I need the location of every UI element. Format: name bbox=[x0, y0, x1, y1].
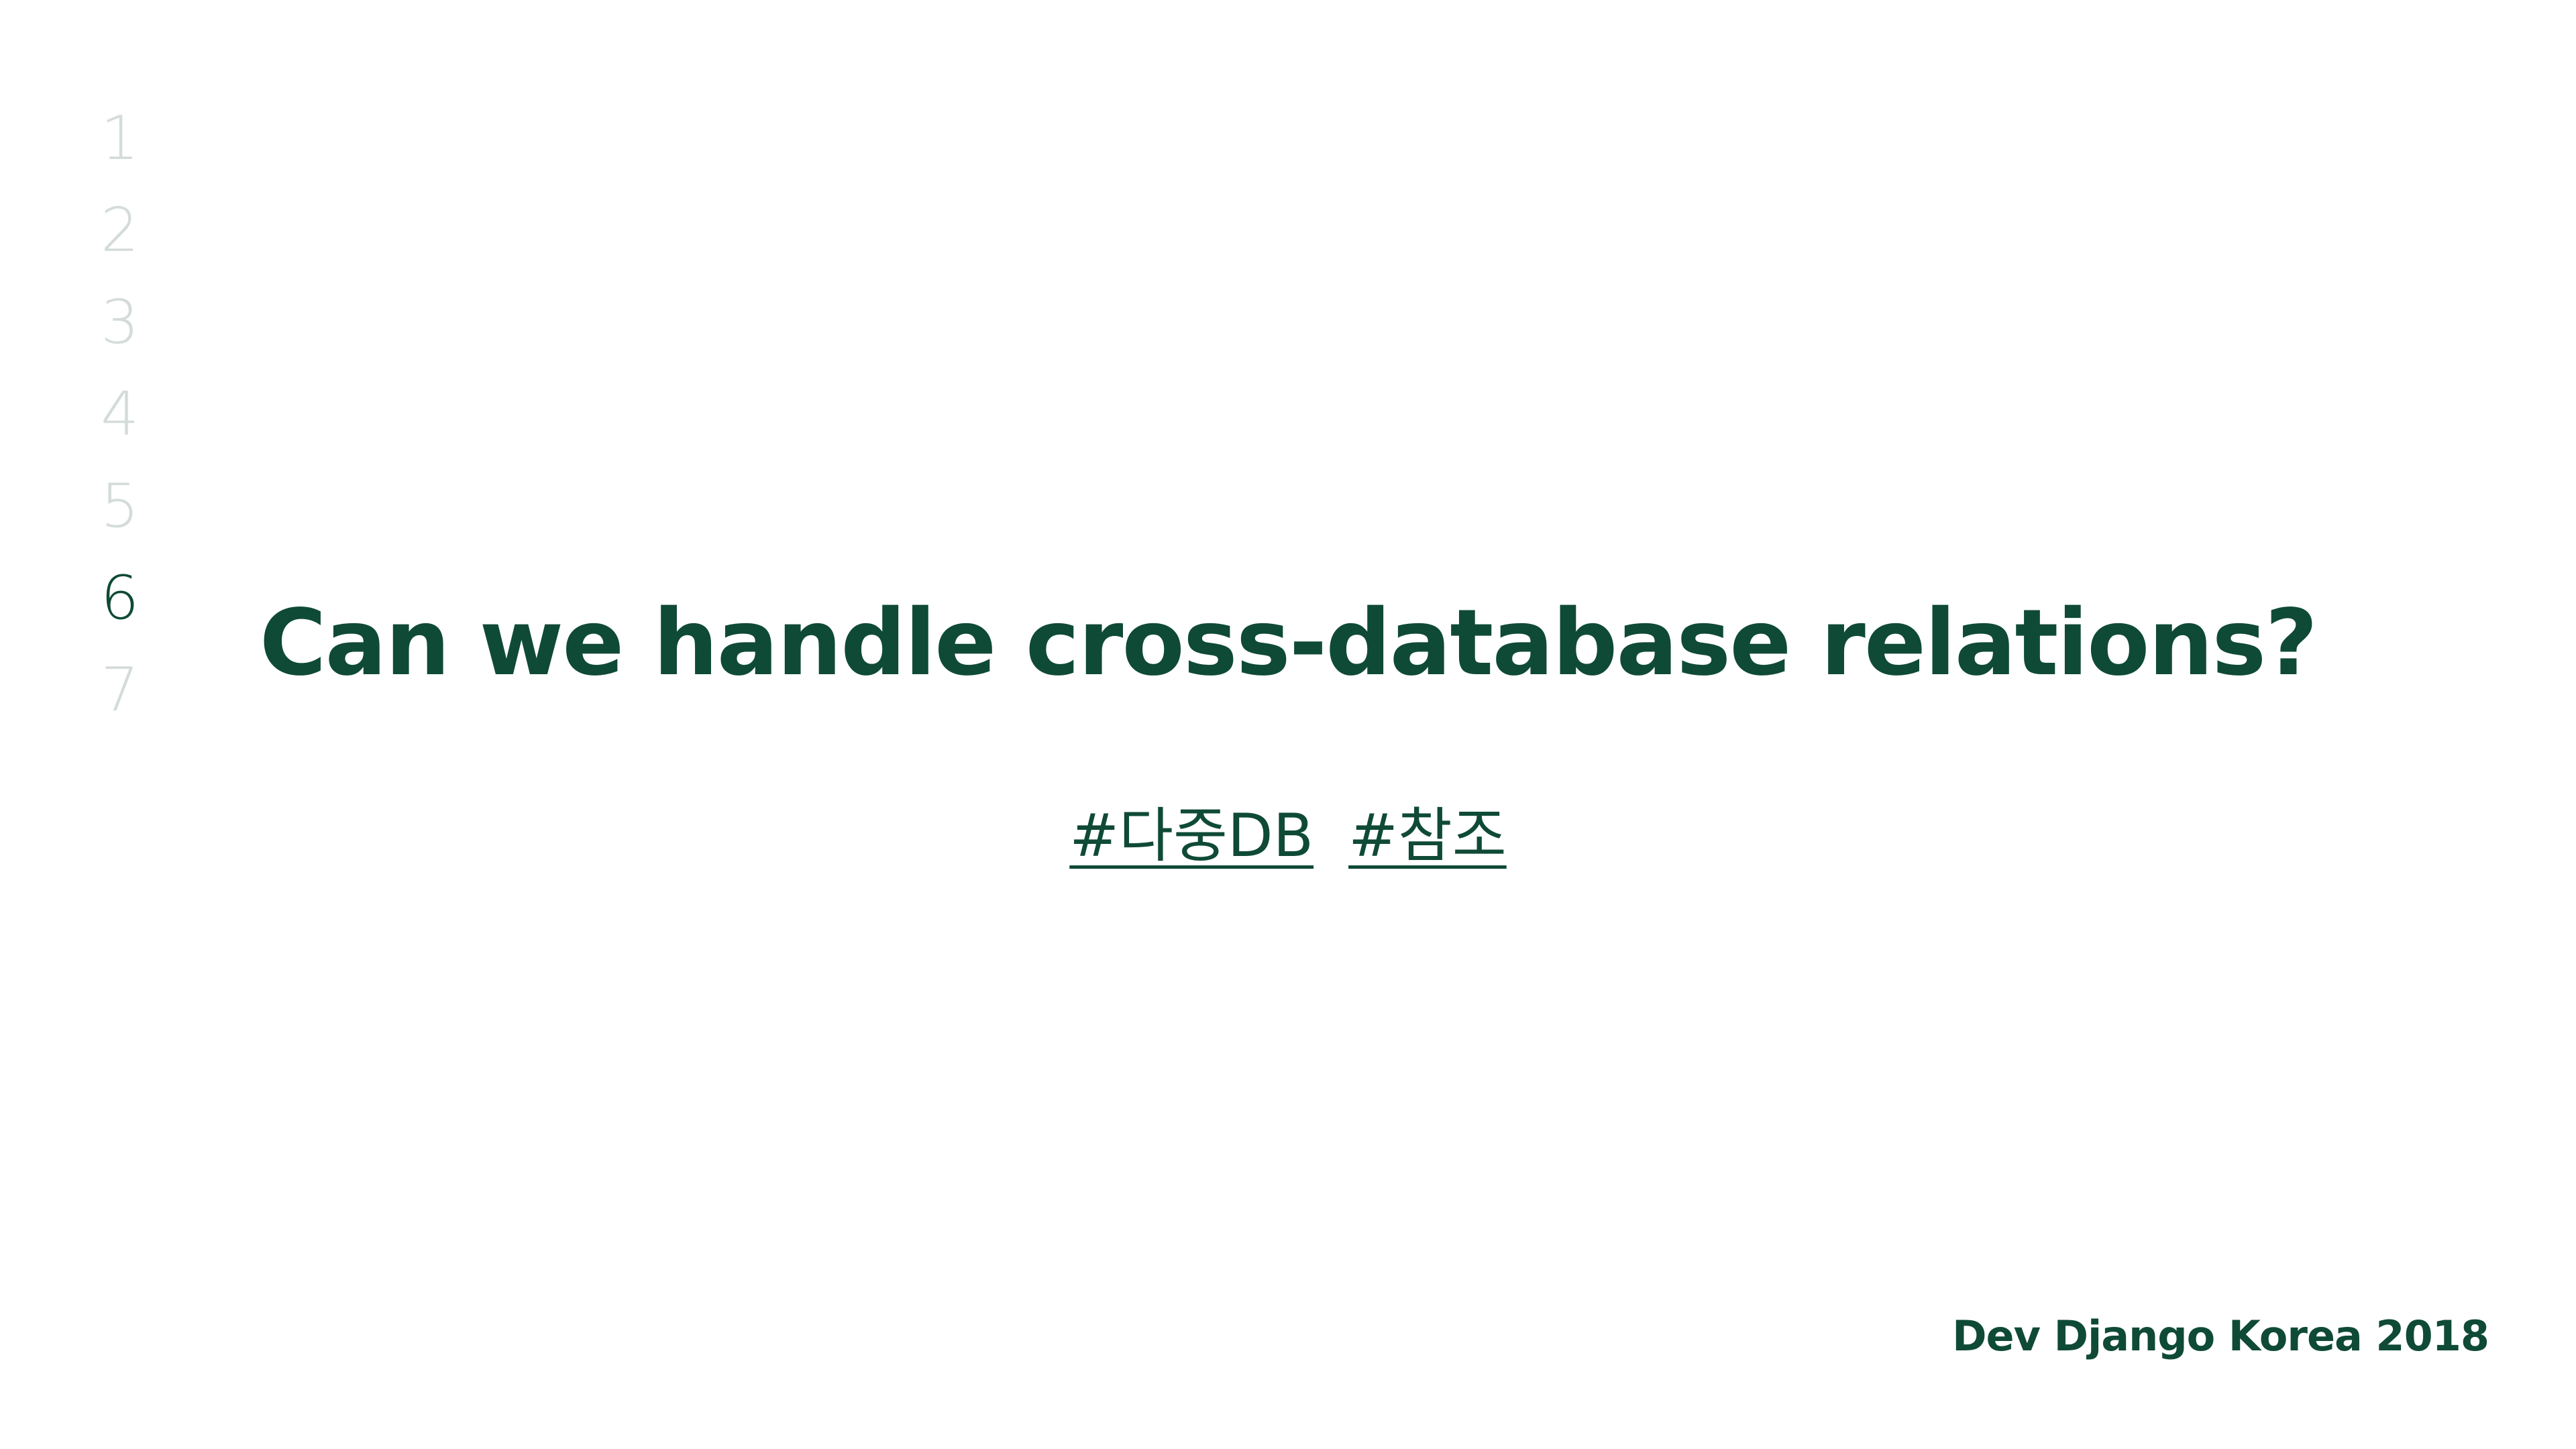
tag-list: #다중DB #참조 bbox=[0, 788, 2576, 873]
slide-index-item[interactable]: 3 bbox=[101, 276, 181, 368]
slide-index-item[interactable]: 2 bbox=[101, 184, 181, 276]
slide-title: Can we handle cross-database relations? bbox=[259, 590, 2318, 696]
tag-link-reference[interactable]: #참조 bbox=[1348, 801, 1507, 870]
slide: 1 2 3 4 5 6 7 Can we handle cross-databa… bbox=[0, 0, 2576, 1449]
footer-event-name: Dev Django Korea 2018 bbox=[1952, 1311, 2489, 1360]
tag-link-multi-db[interactable]: #다중DB bbox=[1069, 801, 1313, 870]
slide-index-item[interactable]: 4 bbox=[101, 368, 181, 460]
slide-index-item[interactable]: 5 bbox=[101, 460, 181, 552]
slide-index-item[interactable]: 1 bbox=[101, 93, 181, 184]
